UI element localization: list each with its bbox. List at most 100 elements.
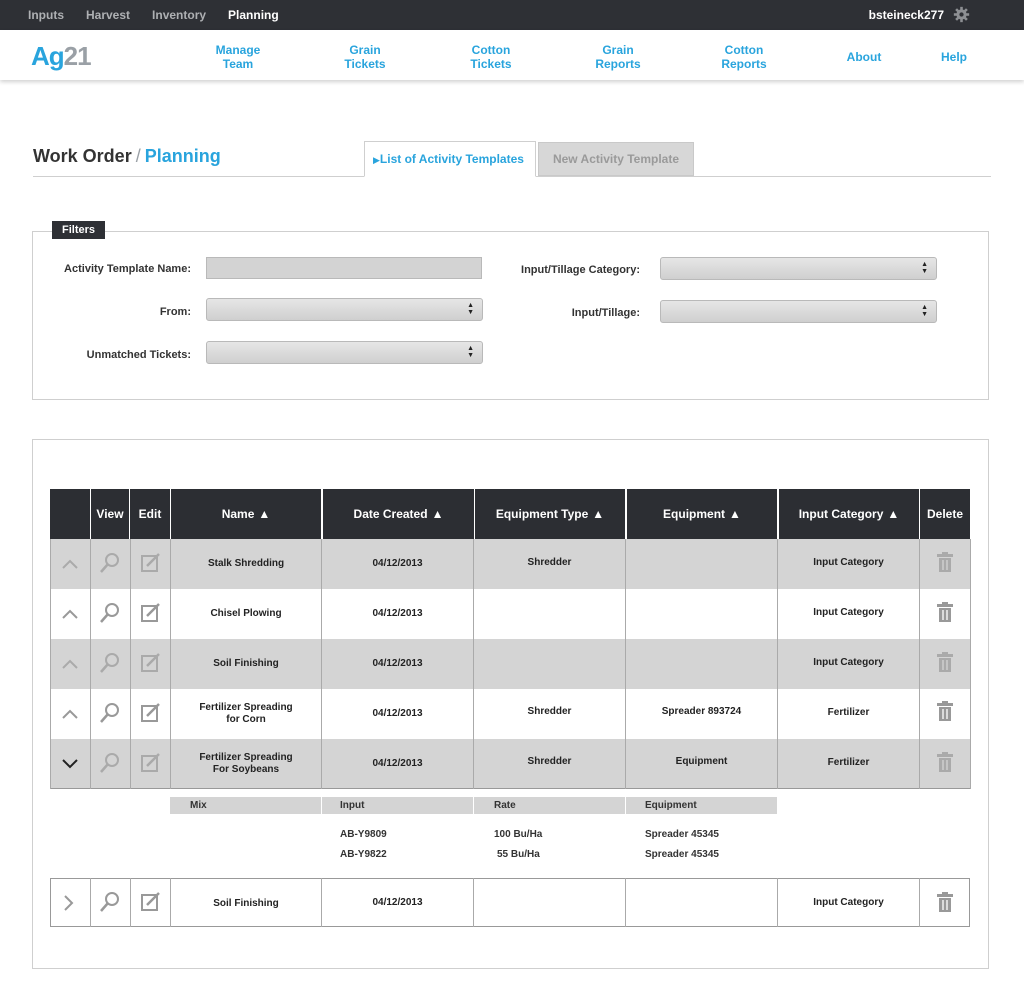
column-divider (919, 539, 920, 789)
subtable-equipment: Spreader 45345 (645, 829, 719, 840)
activity-template-name-input[interactable] (206, 257, 482, 279)
page-subtitle[interactable]: Planning (145, 146, 221, 166)
username[interactable]: bsteineck277 (869, 8, 944, 22)
filters-label: Filters (52, 221, 106, 239)
tab-list-templates[interactable]: ▶List of Activity Templates (364, 141, 536, 177)
column-divider (321, 797, 322, 814)
edit-icon[interactable] (140, 602, 162, 624)
play-icon: ▶ (373, 155, 380, 165)
select-arrows-icon: ▲ ▼ (467, 345, 474, 359)
input-tillage-category-select[interactable]: ▲ ▼ (660, 257, 937, 280)
nav-about[interactable]: About (814, 50, 914, 64)
trash-icon[interactable] (936, 752, 954, 772)
from-select[interactable]: ▲ ▼ (206, 298, 483, 321)
select-arrows-icon: ▲ ▼ (467, 302, 474, 316)
input-tillage-label: Input/Tillage: (571, 307, 640, 319)
tab-new-template[interactable]: New Activity Template (538, 142, 694, 176)
header-equipment-type-label: Equipment Type (495, 507, 589, 521)
cell-name: Soil Finishing (213, 658, 279, 669)
edit-icon[interactable] (140, 702, 162, 724)
search-icon[interactable] (99, 891, 121, 913)
nav-manage-team[interactable]: Manage Team (188, 43, 288, 71)
trash-icon[interactable] (936, 602, 954, 622)
nav-cotton-tickets[interactable]: Cotton Tickets (441, 43, 541, 71)
header-name-label: Name (221, 507, 255, 521)
header-equipment[interactable]: Equipment ▲ (627, 489, 777, 539)
column-divider (473, 878, 474, 927)
nav-grain-reports[interactable]: Grain Reports (568, 43, 668, 71)
logo[interactable]: Ag21 (31, 41, 92, 71)
unmatched-tickets-select[interactable]: ▲ ▼ (206, 341, 483, 364)
top-nav-inputs[interactable]: Inputs (28, 8, 64, 22)
cell-equipment: Equipment (675, 756, 728, 767)
top-nav: Inputs Harvest Inventory Planning (28, 0, 301, 30)
top-nav-inventory[interactable]: Inventory (152, 8, 206, 22)
subtable-header-mix: Mix (190, 800, 207, 811)
subtable-header-input: Input (340, 800, 365, 811)
nav-grain-tickets[interactable]: Grain Tickets (315, 43, 415, 71)
sort-up-icon: ▲ (258, 507, 271, 521)
cell-date: 04/12/2013 (372, 608, 423, 619)
column-divider (919, 878, 920, 927)
column-divider (130, 539, 131, 789)
column-divider (625, 878, 626, 927)
cell-input-category: Fertilizer (827, 707, 870, 718)
sort-up-icon: ▲ (592, 507, 605, 521)
cell-equipment-type: Shredder (527, 756, 572, 767)
nav-help[interactable]: Help (904, 50, 1004, 64)
cell-input-category: Input Category (813, 897, 884, 908)
chevron-up-icon[interactable] (61, 608, 79, 620)
search-icon[interactable] (99, 552, 121, 574)
cell-name: Fertilizer Spreading for Corn (199, 702, 293, 725)
top-nav-planning[interactable]: Planning (228, 8, 279, 22)
column-divider (130, 878, 131, 927)
chevron-up-icon[interactable] (61, 658, 79, 670)
subtable-input: AB-Y9822 (340, 849, 387, 860)
edit-icon[interactable] (140, 752, 162, 774)
trash-icon[interactable] (936, 552, 954, 572)
header-date-created[interactable]: Date Created ▲ (323, 489, 474, 539)
column-divider (90, 539, 91, 789)
top-nav-harvest[interactable]: Harvest (86, 8, 130, 22)
header-name[interactable]: Name ▲ (171, 489, 321, 539)
chevron-up-icon[interactable] (61, 558, 79, 570)
nav-cotton-reports[interactable]: Cotton Reports (694, 43, 794, 71)
cell-name: Chisel Plowing (210, 608, 282, 619)
main-header: Ag21 Manage Team Grain Tickets Cotton Ticke… (0, 30, 1024, 80)
search-icon[interactable] (99, 752, 121, 774)
trash-icon[interactable] (936, 652, 954, 672)
sort-up-icon: ▲ (887, 507, 900, 521)
header-input-category[interactable]: Input Category ▲ (779, 489, 919, 539)
activity-template-name-label: Activity Template Name: (64, 263, 191, 275)
gear-icon[interactable] (953, 6, 970, 23)
header-input-category-label: Input Category (798, 507, 884, 521)
cell-name: Stalk Shredding (207, 558, 285, 569)
header-equipment-label: Equipment (663, 507, 726, 521)
cell-input-category: Input Category (813, 557, 884, 568)
search-icon[interactable] (99, 602, 121, 624)
unmatched-tickets-label: Unmatched Tickets: (86, 349, 191, 361)
chevron-up-icon[interactable] (61, 708, 79, 720)
chevron-right-icon[interactable] (63, 894, 75, 912)
search-icon[interactable] (99, 652, 121, 674)
edit-icon[interactable] (140, 652, 162, 674)
cell-name: Soil Finishing (213, 898, 279, 909)
edit-icon[interactable] (140, 891, 162, 913)
trash-icon[interactable] (936, 701, 954, 721)
trash-icon[interactable] (936, 892, 954, 912)
edit-icon[interactable] (140, 552, 162, 574)
search-icon[interactable] (99, 702, 121, 724)
sort-up-icon: ▲ (729, 507, 741, 521)
subtable-rate: 100 Bu/Ha (494, 829, 543, 840)
input-tillage-select[interactable]: ▲ ▼ (660, 300, 937, 323)
column-divider (90, 878, 91, 927)
subtable-header-rate: Rate (494, 800, 516, 811)
subtable-input: AB-Y9809 (340, 829, 387, 840)
cell-date: 04/12/2013 (372, 708, 423, 719)
cell-date: 04/12/2013 (372, 658, 423, 669)
header-equipment-type[interactable]: Equipment Type ▲ (475, 489, 625, 539)
chevron-down-icon[interactable] (61, 758, 79, 770)
cell-date: 04/12/2013 (372, 897, 423, 908)
column-divider (625, 539, 626, 789)
select-arrows-icon: ▲ ▼ (921, 304, 928, 318)
